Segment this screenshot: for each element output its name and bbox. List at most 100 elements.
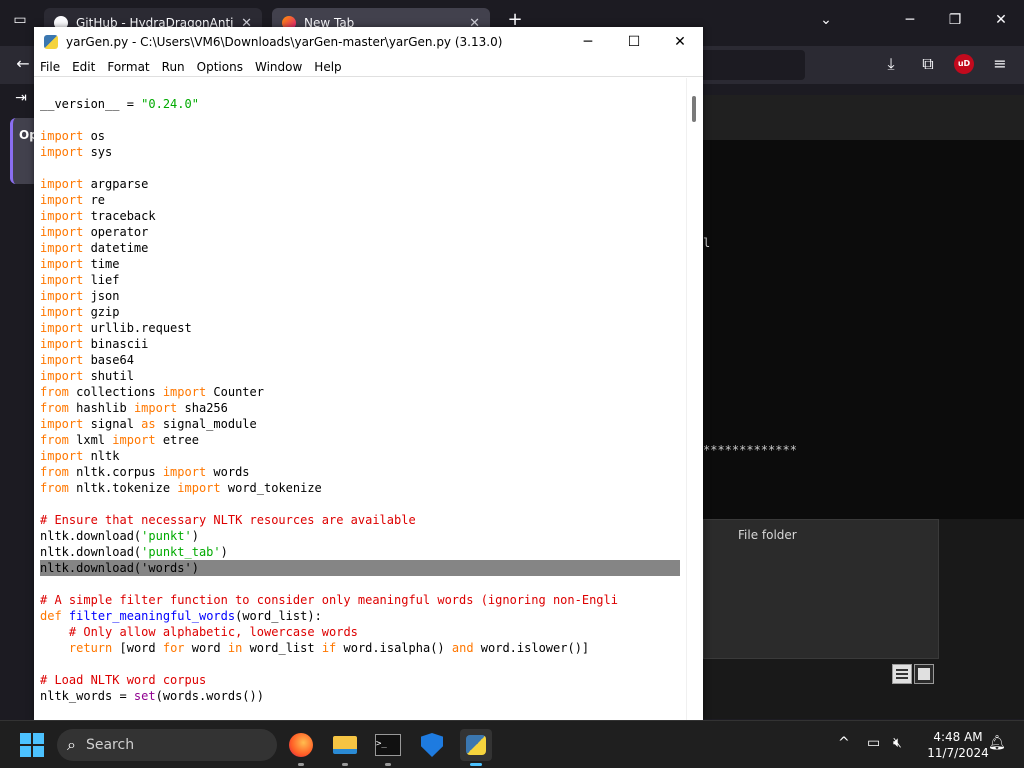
code-line[interactable]: nltk.download('words') bbox=[40, 560, 199, 576]
code-line[interactable]: import time bbox=[40, 256, 119, 272]
code-token: import bbox=[40, 241, 84, 255]
code-token: return bbox=[68, 641, 113, 655]
clock[interactable]: 4:48 AM 11/7/2024 bbox=[920, 729, 996, 761]
menu-run[interactable]: Run bbox=[156, 57, 191, 76]
code-token: import bbox=[40, 289, 84, 303]
code-token: (words.words()) bbox=[155, 689, 264, 703]
code-token: from bbox=[40, 465, 69, 479]
code-line[interactable]: __version__ = "0.24.0" bbox=[40, 96, 199, 112]
code-line[interactable]: import operator bbox=[40, 224, 148, 240]
download-icon[interactable]: ⤓ bbox=[880, 54, 902, 74]
menu-help[interactable]: Help bbox=[308, 57, 347, 76]
code-token: import bbox=[133, 401, 178, 415]
code-line[interactable]: from collections import Counter bbox=[40, 384, 264, 400]
taskbar-python-idle[interactable] bbox=[460, 729, 492, 766]
code-token: # Ensure that necessary NLTK resources a… bbox=[40, 513, 416, 527]
sign-in-icon[interactable]: ⇥ bbox=[10, 90, 32, 106]
code-token: import bbox=[112, 433, 156, 447]
taskbar-windows-security[interactable] bbox=[416, 729, 448, 761]
list-all-tabs-button[interactable]: ⌄ bbox=[814, 12, 838, 28]
menu-hamburger-icon[interactable]: ≡ bbox=[989, 54, 1011, 73]
explorer-view-toggle bbox=[892, 664, 936, 688]
code-token: import bbox=[40, 305, 84, 319]
code-token: import bbox=[162, 465, 207, 479]
idle-menu-bar: File Edit Format Run Options Window Help bbox=[34, 57, 703, 77]
code-line[interactable]: nltk.download('punkt_tab') bbox=[40, 544, 228, 560]
code-token: word_list bbox=[242, 641, 322, 655]
back-arrow-icon[interactable]: ← bbox=[12, 54, 34, 73]
code-token: shutil bbox=[83, 369, 134, 383]
code-line[interactable]: # Only allow alphabetic, lowercase words bbox=[40, 624, 358, 640]
start-button[interactable] bbox=[20, 733, 44, 757]
code-line[interactable]: import argparse bbox=[40, 176, 148, 192]
python-icon bbox=[44, 35, 58, 49]
taskbar-file-explorer[interactable] bbox=[329, 729, 361, 766]
code-token: 'punkt_tab' bbox=[141, 545, 221, 559]
code-token: # Load NLTK word corpus bbox=[40, 673, 207, 687]
code-line[interactable]: import signal as signal_module bbox=[40, 416, 257, 432]
code-token: datetime bbox=[83, 241, 149, 255]
code-editor[interactable]: __version__ = "0.24.0" import os import sy… bbox=[34, 78, 686, 720]
code-line[interactable]: nltk.download('punkt') bbox=[40, 528, 199, 544]
taskbar-search[interactable]: ⌕ Search bbox=[57, 729, 277, 761]
code-token: gzip bbox=[83, 305, 120, 319]
code-line[interactable]: import binascii bbox=[40, 336, 148, 352]
code-token: lief bbox=[83, 273, 120, 287]
menu-file[interactable]: File bbox=[34, 57, 66, 76]
code-line[interactable]: import shutil bbox=[40, 368, 134, 384]
code-line[interactable]: nltk_words = set(words.words()) bbox=[40, 688, 264, 704]
code-line[interactable]: from hashlib import sha256 bbox=[40, 400, 228, 416]
show-hidden-icons-chevron[interactable]: ^ bbox=[838, 735, 850, 751]
idle-maximize-button[interactable]: ☐ bbox=[611, 27, 657, 57]
large-icons-view-icon[interactable] bbox=[914, 664, 934, 684]
code-line[interactable]: from lxml import etree bbox=[40, 432, 199, 448]
code-line[interactable]: import nltk bbox=[40, 448, 119, 464]
code-line[interactable]: # Ensure that necessary NLTK resources a… bbox=[40, 512, 416, 528]
menu-window[interactable]: Window bbox=[249, 57, 308, 76]
window-maximize-button[interactable]: ❐ bbox=[943, 12, 967, 28]
volume-muted-icon[interactable]: 🔇︎ bbox=[893, 735, 902, 751]
details-view-icon[interactable] bbox=[892, 664, 912, 684]
taskbar-firefox[interactable] bbox=[285, 729, 317, 766]
window-close-button[interactable]: ✕ bbox=[989, 12, 1013, 28]
window-minimize-button[interactable]: ─ bbox=[898, 12, 922, 28]
code-token: sha256 bbox=[177, 401, 228, 415]
code-line[interactable]: from nltk.corpus import words bbox=[40, 464, 250, 480]
ublock-origin-icon[interactable]: uD bbox=[954, 54, 974, 74]
code-line[interactable]: import urllib.request bbox=[40, 320, 192, 336]
code-line[interactable]: return [word for word in word_list if wo… bbox=[40, 640, 589, 656]
code-token: from bbox=[40, 433, 69, 447]
code-token: import bbox=[177, 481, 221, 495]
code-line[interactable]: import os bbox=[40, 128, 105, 144]
code-line[interactable]: import base64 bbox=[40, 352, 134, 368]
code-line[interactable]: import json bbox=[40, 288, 119, 304]
notifications-bell-icon[interactable]: 🔔︎ bbox=[988, 735, 1006, 751]
code-line[interactable]: import datetime bbox=[40, 240, 148, 256]
extensions-icon[interactable]: ⧉ bbox=[917, 54, 939, 74]
idle-close-button[interactable]: ✕ bbox=[657, 27, 703, 57]
scrollbar-thumb[interactable] bbox=[692, 96, 696, 122]
code-token: signal_module bbox=[155, 417, 257, 431]
code-line[interactable]: # Load NLTK word corpus bbox=[40, 672, 206, 688]
code-line[interactable]: import traceback bbox=[40, 208, 156, 224]
code-line[interactable]: import gzip bbox=[40, 304, 119, 320]
code-line[interactable]: from nltk.tokenize import word_tokenize bbox=[40, 480, 322, 496]
menu-options[interactable]: Options bbox=[191, 57, 249, 76]
code-line[interactable]: import lief bbox=[40, 272, 119, 288]
code-token: traceback bbox=[83, 209, 156, 223]
idle-minimize-button[interactable]: ─ bbox=[565, 27, 611, 57]
code-line[interactable]: import re bbox=[40, 192, 105, 208]
menu-format[interactable]: Format bbox=[101, 57, 155, 76]
code-token: hashlib bbox=[68, 401, 134, 415]
tab-overview-icon[interactable]: ▭ bbox=[8, 12, 32, 28]
taskbar-terminal[interactable]: >_ bbox=[372, 729, 404, 766]
code-line[interactable]: # A simple filter function to consider o… bbox=[40, 592, 618, 608]
code-line[interactable]: import sys bbox=[40, 144, 112, 160]
editor-scrollbar[interactable] bbox=[686, 78, 703, 720]
code-line[interactable]: def filter_meaningful_words(word_list): bbox=[40, 608, 322, 624]
code-token: set bbox=[133, 689, 156, 703]
code-token: collections bbox=[68, 385, 163, 399]
menu-edit[interactable]: Edit bbox=[66, 57, 101, 76]
network-icon[interactable]: ▭ bbox=[867, 735, 880, 751]
